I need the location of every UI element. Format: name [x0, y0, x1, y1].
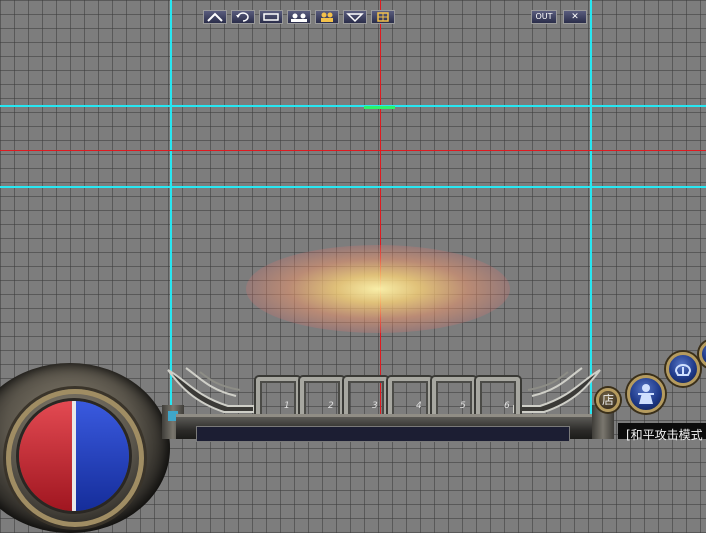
chat-icon — [263, 13, 279, 21]
target-marker — [364, 106, 395, 109]
close-button[interactable]: ✕ — [563, 10, 587, 24]
group-button[interactable] — [287, 10, 311, 24]
character-button[interactable] — [627, 375, 665, 413]
guide-line-horizontal-top — [0, 105, 706, 107]
grid-icon — [377, 12, 389, 22]
hotbar-slot-number: 2 — [328, 401, 334, 411]
hotbar-slot-number: 6 — [504, 401, 510, 411]
chat-button[interactable] — [259, 10, 283, 24]
hotbar-slot-number: 1 — [284, 401, 290, 411]
hotbar-slot-number: 3 — [372, 401, 378, 411]
chevron-up-icon — [207, 12, 223, 22]
helmet-button[interactable] — [666, 352, 700, 386]
party-button[interactable] — [315, 10, 339, 24]
party-icon — [321, 12, 333, 22]
guide-line-vertical-center — [380, 0, 381, 439]
menu-bar — [176, 414, 594, 442]
grid-button[interactable] — [371, 10, 395, 24]
team-button[interactable] — [343, 10, 367, 24]
attack-mode-text: [和平攻击模式 — [626, 428, 703, 442]
health-mana-orb — [16, 398, 132, 514]
system-button[interactable] — [699, 340, 706, 368]
shop-button[interactable]: 店 — [596, 388, 620, 412]
character-icon — [638, 384, 654, 404]
team-icon — [346, 13, 364, 23]
guide-line-horizontal-center — [0, 150, 706, 151]
orb-divider — [72, 401, 76, 511]
health-orb-half — [19, 401, 74, 511]
light-glow-effect — [246, 245, 510, 333]
hotbar-slot-number: 4 — [416, 401, 422, 411]
refresh-icon — [236, 12, 249, 22]
out-button[interactable]: OUT — [531, 10, 557, 24]
hotbar-wing-right-ornament — [513, 367, 601, 413]
guide-line-horizontal-bottom — [0, 186, 706, 188]
hotbar-slot-number: 5 — [460, 401, 466, 411]
mana-orb-half — [74, 401, 129, 511]
helmet-icon — [674, 364, 692, 376]
group-icon — [291, 13, 307, 22]
menu-bar-track — [196, 426, 570, 442]
refresh-button[interactable] — [231, 10, 255, 24]
chevron-up-button[interactable] — [203, 10, 227, 24]
